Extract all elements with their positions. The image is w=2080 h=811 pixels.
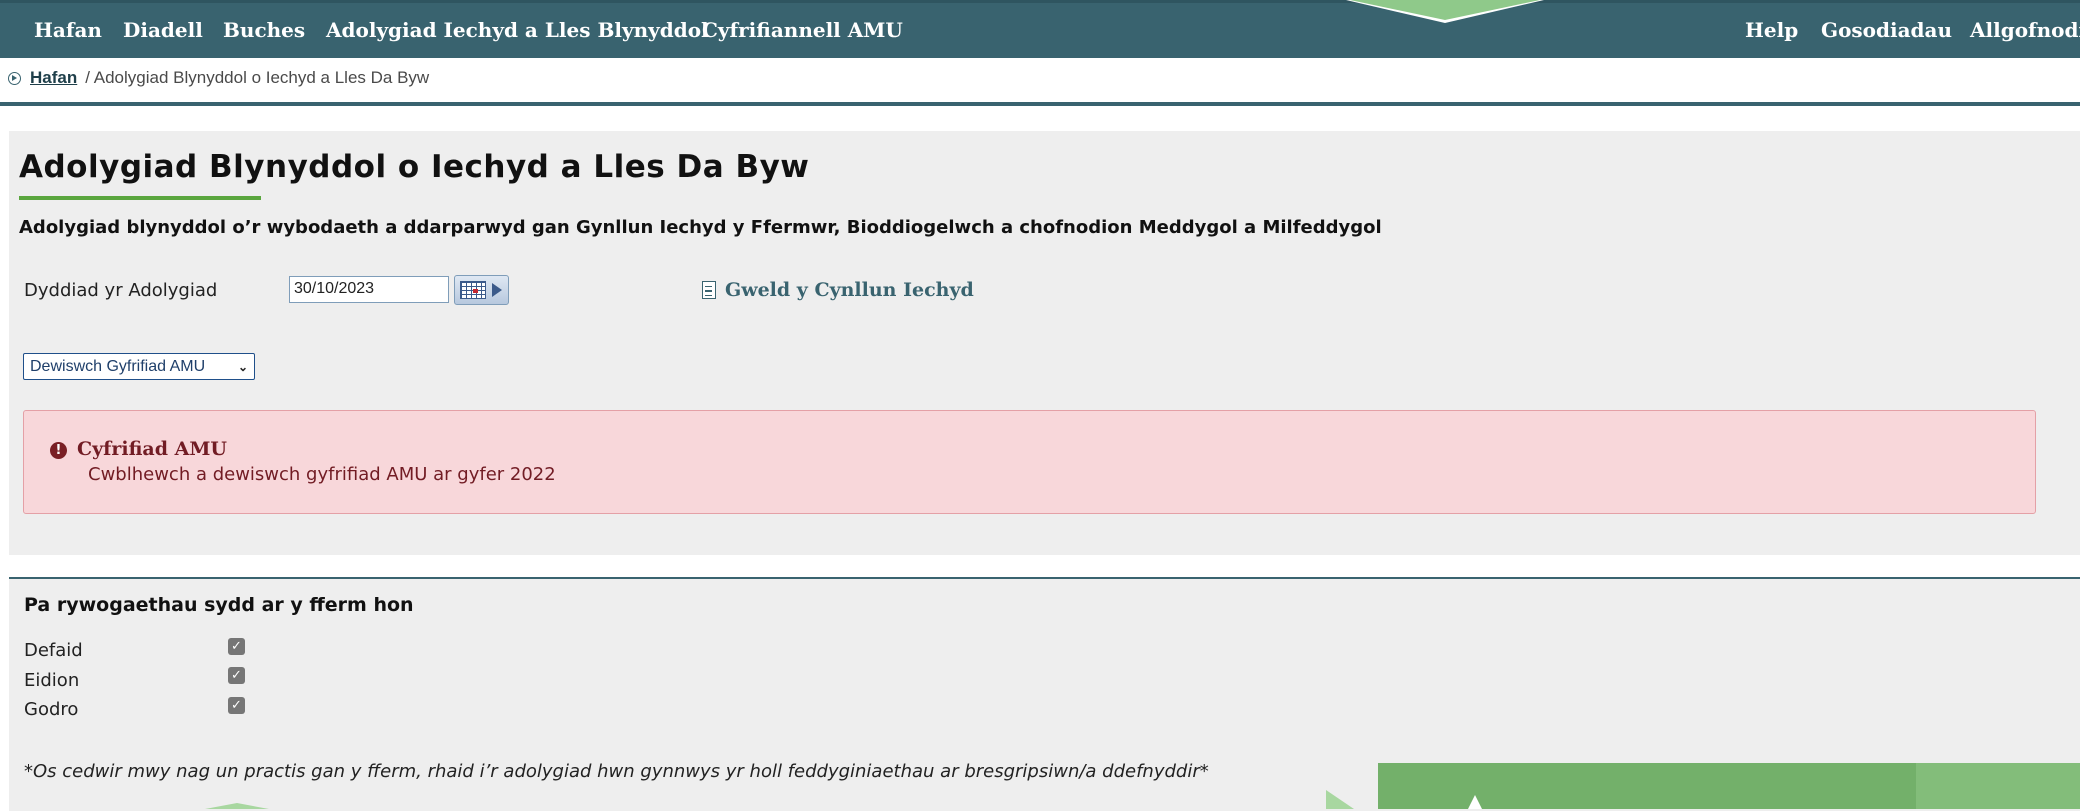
exclamation-circle-icon: ! — [50, 442, 67, 459]
species-label-beef: Eidion — [24, 670, 80, 691]
top-navigation: Hafan Diadell Buches Adolygiad Iechyd a … — [0, 0, 2080, 58]
nav-home[interactable]: Hafan — [34, 3, 102, 58]
species-checkbox-beef[interactable]: ✓ — [228, 667, 245, 684]
calendar-arrow-icon — [492, 283, 502, 297]
review-date-input[interactable]: 30/10/2023 — [289, 276, 449, 303]
alert-message: Cwblhewch a dewiswch gyfrifiad AMU ar gy… — [88, 464, 556, 485]
header-divider — [0, 102, 2080, 106]
decorative-triangle — [1326, 790, 1354, 809]
nav-logout[interactable]: Allgofnodi — [1970, 3, 2080, 58]
decorative-white-mark — [1468, 795, 1482, 809]
species-label-dairy: Godro — [24, 699, 79, 720]
page-subtitle: Adolygiad blynyddol o’r wybodaeth a ddar… — [19, 217, 1382, 238]
review-date-label: Dyddiad yr Adolygiad — [24, 280, 218, 301]
nav-flock[interactable]: Diadell — [123, 3, 203, 58]
title-underline — [19, 196, 261, 200]
calendar-button[interactable] — [454, 275, 509, 305]
breadcrumb-arrow-icon — [8, 71, 21, 85]
species-checkbox-sheep[interactable]: ✓ — [228, 638, 245, 655]
nav-herd[interactable]: Buches — [223, 3, 305, 58]
species-label-sheep: Defaid — [24, 640, 83, 661]
document-icon — [702, 281, 716, 299]
multi-practice-note: *Os cedwir mwy nag un practis gan y ffer… — [24, 761, 1209, 782]
species-checkbox-dairy[interactable]: ✓ — [228, 697, 245, 714]
calendar-icon — [460, 281, 486, 299]
nav-settings[interactable]: Gosodiadau — [1821, 3, 1952, 58]
amu-select-value: Dewiswch Gyfrifiad AMU — [30, 357, 206, 375]
species-question: Pa rywogaethau sydd ar y fferm hon — [24, 594, 414, 616]
amu-alert: ! Cyfrifiad AMU Cwblhewch a dewiswch gyf… — [23, 410, 2036, 514]
decorative-tab — [1350, 0, 1540, 20]
review-panel: Adolygiad Blynyddol o Iechyd a Lles Da B… — [9, 131, 2080, 555]
breadcrumb-home-link[interactable]: Hafan — [30, 68, 77, 88]
nav-help[interactable]: Help — [1745, 3, 1798, 58]
breadcrumb: Hafan / Adolygiad Blynyddol o Iechyd a L… — [8, 66, 435, 90]
decorative-triangle-small — [205, 803, 269, 809]
breadcrumb-current: / Adolygiad Blynyddol o Iechyd a Lles Da… — [85, 68, 430, 87]
nav-amu-calculator[interactable]: Cyfrifiannell AMU — [702, 3, 903, 58]
decorative-green-block-light — [1916, 763, 2080, 809]
alert-title: Cyfrifiad AMU — [77, 438, 227, 460]
page-title: Adolygiad Blynyddol o Iechyd a Lles Da B… — [19, 149, 810, 185]
nav-annual-review[interactable]: Adolygiad Iechyd a Lles Blynyddol — [326, 3, 709, 58]
view-health-plan-label: Gweld y Cynllun Iechyd — [725, 279, 974, 301]
chevron-down-icon: ⌄ — [237, 359, 248, 374]
amu-calculation-select[interactable]: Dewiswch Gyfrifiad AMU ⌄ — [23, 353, 255, 380]
view-health-plan-link[interactable]: Gweld y Cynllun Iechyd — [702, 277, 974, 303]
